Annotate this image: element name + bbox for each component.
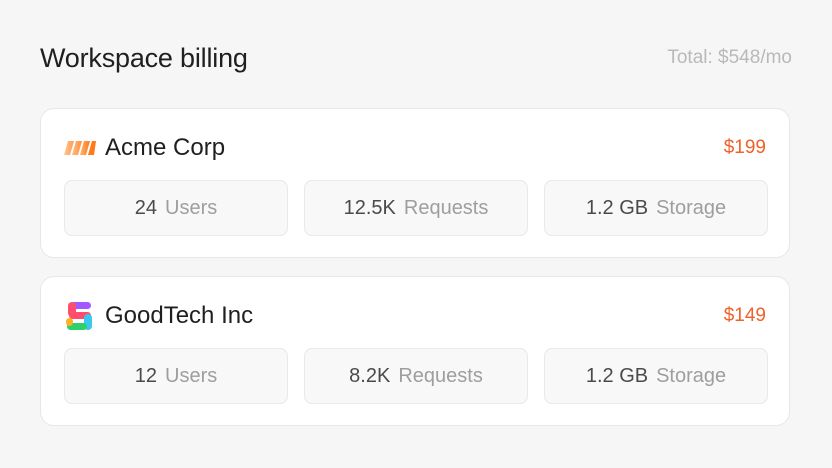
org-card-goodtech[interactable]: GoodTech Inc $149 12 Users 8.2K Requests… — [40, 276, 790, 426]
billing-header: Workspace billing Total: $548/mo — [40, 38, 792, 78]
org-identity: Acme Corp — [64, 132, 225, 164]
stat-value: 1.2 GB — [585, 364, 649, 387]
acme-logo-icon — [64, 132, 96, 164]
stat-value: 12.5K — [343, 196, 396, 219]
org-price: $149 — [723, 305, 766, 326]
org-name: Acme Corp — [105, 134, 226, 161]
org-price: $199 — [723, 137, 766, 158]
org-card-header: Acme Corp $199 — [64, 131, 766, 165]
stat-label: Users — [165, 196, 218, 219]
stat-label: Requests — [398, 364, 483, 387]
org-identity: GoodTech Inc — [64, 300, 253, 332]
stat-requests: 12.5K Requests — [304, 180, 528, 236]
stat-storage: 1.2 GB Storage — [544, 348, 768, 404]
stat-value: 12 — [134, 364, 157, 387]
stat-label: Storage — [656, 196, 727, 219]
org-card-header: GoodTech Inc $149 — [64, 299, 766, 333]
total-cost: Total: $548/mo — [667, 47, 792, 68]
stat-users: 24 Users — [64, 180, 288, 236]
stat-value: 24 — [134, 196, 157, 219]
stat-label: Users — [165, 364, 218, 387]
org-name: GoodTech Inc — [105, 302, 254, 329]
org-stats: 24 Users 12.5K Requests 1.2 GB Storage — [64, 180, 768, 236]
stat-storage: 1.2 GB Storage — [544, 180, 768, 236]
stat-value: 8.2K — [349, 364, 391, 387]
stat-label: Storage — [656, 364, 727, 387]
stat-users: 12 Users — [64, 348, 288, 404]
page-title: Workspace billing — [40, 42, 248, 73]
org-stats: 12 Users 8.2K Requests 1.2 GB Storage — [64, 348, 768, 404]
stat-requests: 8.2K Requests — [304, 348, 528, 404]
goodtech-logo-icon — [64, 300, 96, 332]
stat-value: 1.2 GB — [585, 196, 649, 219]
stat-label: Requests — [403, 196, 489, 219]
org-card-acme[interactable]: Acme Corp $199 24 Users 12.5K Requests 1… — [40, 108, 790, 258]
